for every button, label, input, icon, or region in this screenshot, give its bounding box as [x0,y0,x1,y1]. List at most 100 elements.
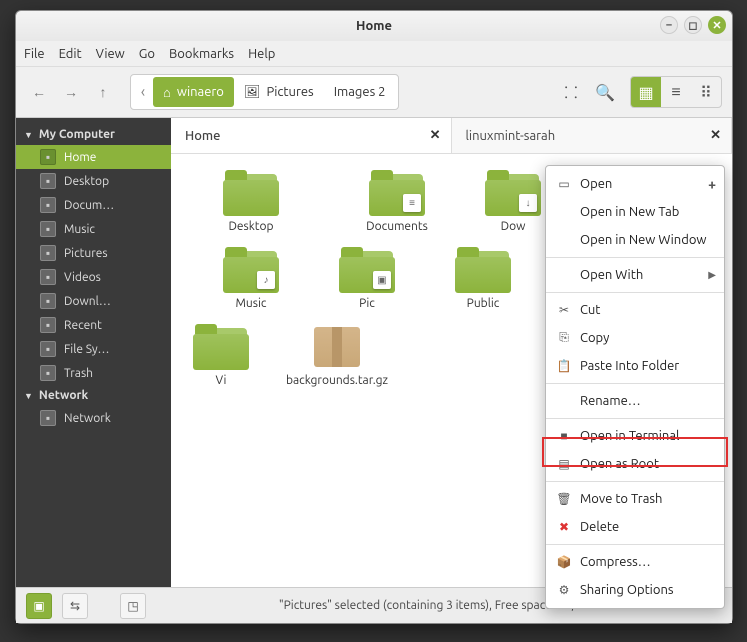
documents-icon: ▪ [40,197,56,213]
ctx-move-to-trash[interactable]: 🗑Move to Trash [546,485,724,513]
chevron-right-icon: ▶ [708,269,716,281]
folder-icon: ↓ [485,170,541,216]
file-item[interactable]: ≡ Documents [337,170,457,233]
separator [546,383,724,384]
sidebar-item-network[interactable]: ▪Network [16,406,171,430]
recent-icon: ▪ [40,317,56,333]
ctx-open-in-new-tab[interactable]: Open in New Tab [546,198,724,226]
sidebar-item-downloads[interactable]: ▪Downl… [16,289,171,313]
ctx-icon [556,393,572,409]
folder-icon [455,247,511,293]
view-icons-button[interactable]: ▦ [631,77,661,107]
up-button[interactable]: ↑ [90,79,116,105]
ctx-open-in-new-window[interactable]: Open in New Window [546,226,724,254]
maximize-button[interactable]: ◻ [684,16,702,34]
separator [546,544,724,545]
selection-icon[interactable]: ⸬ [556,77,586,107]
ctx-icon: 📦 [556,554,572,570]
pictures-icon: ▪ [40,245,56,261]
places-toggle[interactable]: ▣ [26,593,52,619]
ctx-cut[interactable]: ✂Cut [546,296,724,324]
sidebar: ▼My Computer▪Home▪Desktop▪Docum…▪Music▪P… [16,118,171,587]
back-button[interactable]: ← [26,79,52,105]
folder-icon: ≡ [369,170,425,216]
ctx-paste-into-folder[interactable]: 📋Paste Into Folder [546,352,724,380]
close-button[interactable]: ✕ [708,16,726,34]
forward-button[interactable]: → [58,79,84,105]
menu-go[interactable]: Go [139,47,155,61]
sidebar-header[interactable]: ▼My Computer [16,124,171,145]
sidebar-item-home[interactable]: ▪Home [16,145,171,169]
sidebar-header[interactable]: ▼Network [16,385,171,406]
file-item[interactable]: Public [423,247,543,310]
desktop-icon: ▪ [40,173,56,189]
sidebar-item-recent[interactable]: ▪Recent [16,313,171,337]
downloads-icon: ▪ [40,293,56,309]
menu-edit[interactable]: Edit [59,47,82,61]
ctx-sharing-options[interactable]: ⚙Sharing Options [546,576,724,604]
file-label: Documents [366,220,428,233]
menu-help[interactable]: Help [248,47,275,61]
ctx-rename-[interactable]: Rename… [546,387,724,415]
path-segment-pictures[interactable]: 🖼 Pictures [234,77,324,107]
ctx-icon: ▭ [556,176,572,192]
titlebar[interactable]: Home – ◻ ✕ [16,11,732,41]
minimize-button[interactable]: – [660,16,678,34]
folder-icon: ▣ [339,247,395,293]
file-item[interactable]: ♪Music [191,247,311,310]
tab-home[interactable]: Home ✕ [171,118,452,153]
file-item[interactable]: Desktop [191,170,311,233]
file-item[interactable]: ▣Pic [337,247,397,310]
folder-icon [193,324,249,370]
sidebar-item-videos[interactable]: ▪Videos [16,265,171,289]
file-item[interactable]: ↓ Dow [483,170,543,233]
search-button[interactable]: 🔍 [590,77,620,107]
tab-close[interactable]: ✕ [710,128,721,143]
trash-icon: ▪ [40,365,56,381]
view-list-button[interactable]: ≡ [661,77,691,107]
ctx-open[interactable]: ▭Open+ [546,170,724,198]
menubar: File Edit View Go Bookmarks Help [16,41,732,67]
ctx-compress-[interactable]: 📦Compress… [546,548,724,576]
ctx-icon [556,232,572,248]
file-label: Dow [501,220,526,233]
ctx-open-in-terminal[interactable]: ■Open in Terminal [546,422,724,450]
toolbar: ← → ↑ ‹ ⌂ winaero 🖼 Pictures Images 2 ⸬ … [16,67,732,117]
file-label: Vi [216,374,227,387]
show-hidden-toggle[interactable]: ◳ [120,593,146,619]
path-segment-images2[interactable]: Images 2 [324,77,396,107]
separator [546,418,724,419]
context-menu: ▭Open+Open in New TabOpen in New Window O… [545,165,725,609]
menu-file[interactable]: File [24,47,45,61]
path-prev[interactable]: ‹ [133,83,153,101]
sidebar-item-pictures[interactable]: ▪Pictures [16,241,171,265]
ctx-open-with[interactable]: Open With▶ [546,261,724,289]
sidebar-item-music[interactable]: ▪Music [16,217,171,241]
sidebar-item-trash[interactable]: ▪Trash [16,361,171,385]
sidebar-item-filesystem[interactable]: ▪File Sy… [16,337,171,361]
tab-close[interactable]: ✕ [430,128,441,143]
ctx-delete[interactable]: ✖Delete [546,513,724,541]
menu-bookmarks[interactable]: Bookmarks [169,47,234,61]
tab-linuxmint[interactable]: linuxmint-sarah ✕ [452,118,733,153]
path-segment-home[interactable]: ⌂ winaero [153,77,234,107]
music-icon: ▪ [40,221,56,237]
view-compact-button[interactable]: ⠿ [691,77,721,107]
ctx-open-as-root[interactable]: ▤Open as Root [546,450,724,478]
file-item[interactable]: Vi [191,324,251,387]
pictures-icon: 🖼 [244,85,261,100]
separator [546,257,724,258]
videos-icon: ▪ [40,269,56,285]
menu-view[interactable]: View [96,47,125,61]
path-bar: ‹ ⌂ winaero 🖼 Pictures Images 2 [130,74,399,110]
sidebar-item-documents[interactable]: ▪Docum… [16,193,171,217]
plus-icon: + [708,176,716,192]
ctx-icon: ✖ [556,519,572,535]
file-label: Music [236,297,267,310]
sidebar-item-desktop[interactable]: ▪Desktop [16,169,171,193]
tree-toggle[interactable]: ⇆ [62,593,88,619]
home-icon: ▪ [40,149,56,165]
ctx-icon: ✂ [556,302,572,318]
file-item[interactable]: backgrounds.tar.gz [277,324,397,387]
ctx-copy[interactable]: ⎘Copy [546,324,724,352]
